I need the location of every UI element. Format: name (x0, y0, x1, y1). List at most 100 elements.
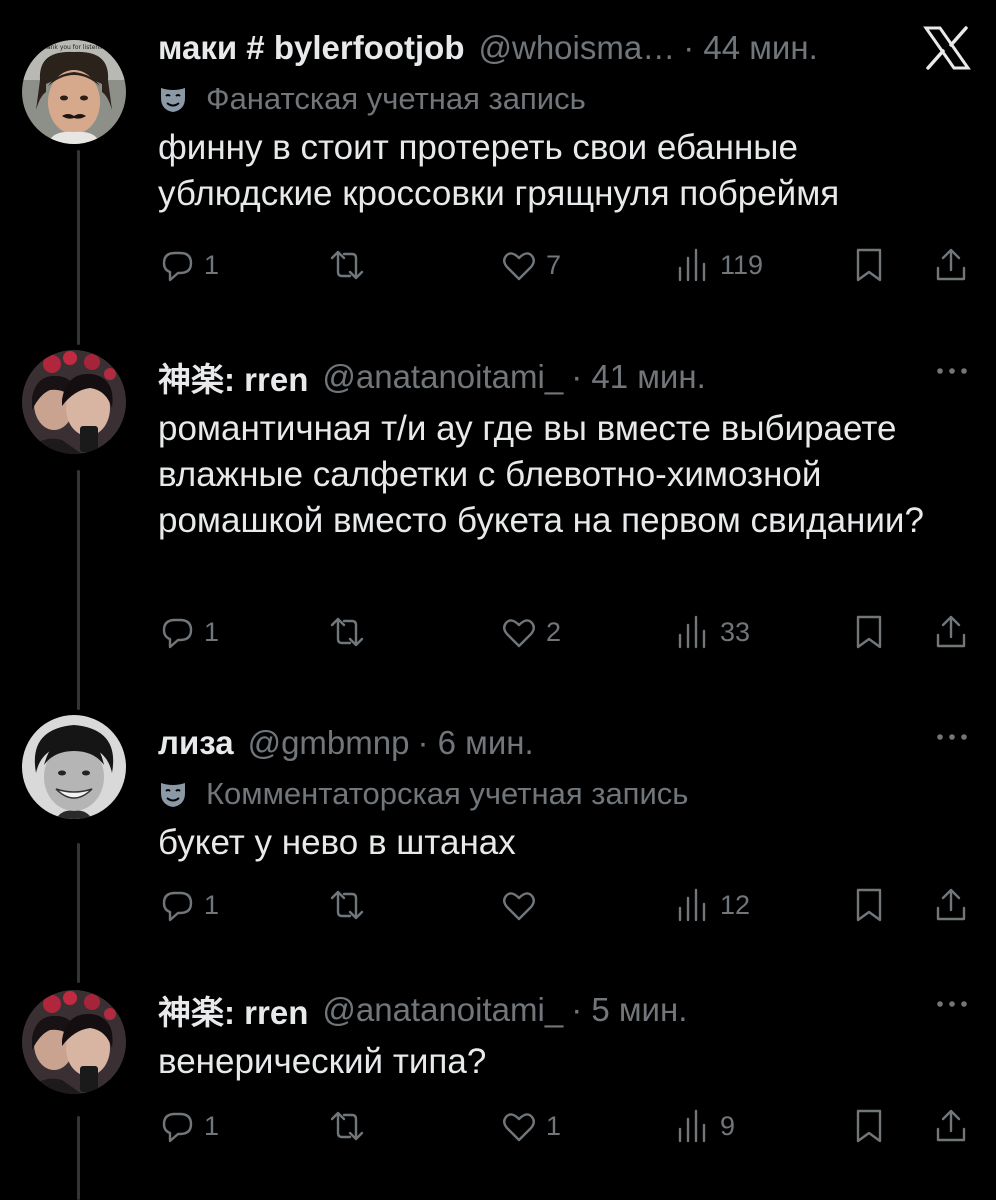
like-count: 1 (546, 1110, 562, 1141)
more-icon[interactable] (932, 989, 972, 1019)
tweet[interactable]: 神楽: rren @anatanoitami_ · 5 мин. венерич… (0, 980, 996, 1200)
reply-icon (162, 891, 193, 922)
bookmark-button[interactable] (850, 885, 896, 925)
tweet-text: романтичная т/и ау где вы вместе выбирае… (158, 409, 924, 540)
mask-icon (161, 88, 185, 112)
tweet[interactable]: лиза @gmbmnp · 6 мин. Комментаторская уч… (0, 710, 996, 980)
reply-button[interactable]: 1 (158, 885, 219, 925)
reply-count: 1 (204, 249, 220, 280)
views-count: 9 (720, 1110, 736, 1141)
bookmark-button[interactable] (850, 245, 896, 285)
bookmark-icon (856, 615, 882, 649)
repost-button[interactable] (328, 885, 374, 925)
like-icon (503, 252, 535, 281)
avatar[interactable] (22, 350, 126, 454)
reply-count: 1 (204, 616, 220, 647)
tweet[interactable]: Thank you for listening маки # bylerfoot… (0, 0, 996, 340)
tweet-text: финну в стоит протереть свои ебанные убл… (158, 128, 840, 213)
reply-button[interactable]: 1 (158, 612, 219, 652)
avatar[interactable]: Thank you for listening (22, 40, 126, 144)
like-button[interactable]: 7 (500, 245, 561, 285)
repost-button[interactable] (328, 1106, 374, 1146)
account-label-text: Фанатская учетная запись (206, 81, 586, 116)
reply-button[interactable]: 1 (158, 1106, 219, 1146)
bookmark-icon (856, 1109, 882, 1143)
like-icon (503, 1113, 535, 1142)
reply-icon (162, 1112, 193, 1143)
repost-button[interactable] (328, 245, 374, 285)
tweet-header: 神楽: rren @anatanoitami_ · 5 мин. (158, 985, 972, 1035)
tweet-header: маки # bylerfootjob @whoisma… · 44 мин. (158, 23, 972, 73)
bookmark-icon (856, 888, 882, 922)
views-button[interactable]: 12 (674, 885, 750, 925)
share-icon (936, 1109, 966, 1142)
bookmark-icon (856, 248, 882, 282)
views-button[interactable]: 119 (674, 245, 763, 285)
avatar-caption: Thank you for listening (38, 44, 108, 51)
avatar[interactable] (22, 990, 126, 1094)
more-icon[interactable] (932, 722, 972, 752)
display-name[interactable]: 神楽: rren (158, 353, 308, 401)
like-button[interactable] (500, 885, 546, 925)
repost-icon (330, 890, 364, 920)
timestamp[interactable]: · 6 мин. (417, 724, 533, 762)
share-icon (936, 888, 966, 921)
handle[interactable]: @anatanoitami_ (322, 991, 563, 1029)
share-icon (936, 615, 966, 648)
reply-icon (162, 251, 193, 282)
share-button[interactable] (932, 1106, 978, 1146)
views-count: 33 (720, 616, 751, 647)
views-button[interactable]: 9 (674, 1106, 735, 1146)
reply-count: 1 (204, 1110, 220, 1141)
display-name[interactable]: маки # bylerfootjob (158, 29, 464, 67)
views-icon (678, 888, 706, 922)
tweet-header: 神楽: rren @anatanoitami_ · 41 мин. (158, 352, 972, 402)
share-button[interactable] (932, 885, 978, 925)
account-label: Комментаторская учетная запись (158, 772, 972, 816)
views-icon (678, 615, 706, 649)
views-count: 12 (720, 889, 751, 920)
views-count: 119 (720, 249, 764, 280)
mask-icon (161, 783, 185, 807)
handle[interactable]: @gmbmnp (248, 724, 410, 762)
timestamp[interactable]: · 41 мин. (571, 358, 706, 396)
tweet-text: венерический типа? (158, 1042, 487, 1081)
views-button[interactable]: 33 (674, 612, 750, 652)
like-icon (503, 892, 535, 921)
reply-button[interactable]: 1 (158, 245, 219, 285)
display-name[interactable]: лиза (158, 724, 234, 762)
account-label-text: Комментаторская учетная запись (206, 776, 689, 811)
repost-icon (330, 250, 364, 280)
repost-icon (330, 617, 364, 647)
timestamp[interactable]: · 44 мин. (683, 29, 818, 67)
views-icon (678, 248, 706, 282)
handle[interactable]: @whoisma… (478, 29, 675, 67)
like-button[interactable]: 1 (500, 1106, 561, 1146)
share-button[interactable] (932, 245, 978, 285)
x-logo-icon (923, 26, 971, 70)
display-name[interactable]: 神楽: rren (158, 986, 308, 1034)
tweet[interactable]: 神楽: rren @anatanoitami_ · 41 мин. романт… (0, 340, 996, 710)
like-count: 7 (546, 249, 562, 280)
account-label: Фанатская учетная запись (158, 77, 972, 121)
reply-icon (162, 618, 193, 649)
repost-button[interactable] (328, 612, 374, 652)
reply-count: 1 (204, 889, 220, 920)
tweet-actions: 1 12 (158, 885, 972, 925)
more-icon[interactable] (932, 356, 972, 386)
repost-icon (330, 1111, 364, 1141)
tweet-actions: 1 2 33 (158, 612, 972, 652)
bookmark-button[interactable] (850, 1106, 896, 1146)
handle[interactable]: @anatanoitami_ (322, 358, 563, 396)
tweet-header: лиза @gmbmnp · 6 мин. (158, 718, 972, 768)
timestamp[interactable]: · 5 мин. (571, 991, 687, 1029)
tweet-actions: 1 1 9 (158, 1106, 972, 1146)
tweet-actions: 1 7 119 (158, 245, 972, 285)
share-icon (936, 248, 966, 281)
like-button[interactable]: 2 (500, 612, 561, 652)
views-icon (678, 1109, 706, 1143)
bookmark-button[interactable] (850, 612, 896, 652)
share-button[interactable] (932, 612, 978, 652)
avatar[interactable] (22, 715, 126, 819)
like-count: 2 (546, 616, 562, 647)
